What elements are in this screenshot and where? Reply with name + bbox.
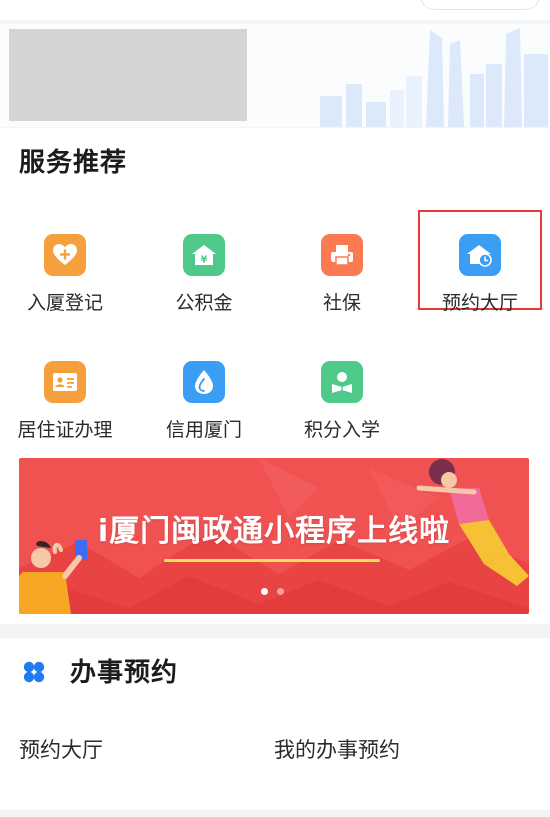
- student-reading-icon: [321, 361, 363, 403]
- service-recommendations: 服务推荐 入厦登记 ¥ 公积金 社保 预约大厅 居住证办理 信用厦门 积分入学 …: [0, 128, 550, 624]
- service-label: 积分入学: [303, 419, 380, 441]
- service-item-housing-fund[interactable]: ¥ 公积金: [144, 212, 264, 314]
- service-label: 公积金: [175, 292, 233, 314]
- home-clock-icon: [459, 234, 501, 276]
- printer-icon: [321, 234, 363, 276]
- link-appointment-hall[interactable]: 预约大厅: [19, 734, 103, 764]
- svg-text:¥: ¥: [201, 255, 208, 266]
- id-card-icon: [44, 361, 86, 403]
- service-label: 预约大厅: [441, 292, 518, 314]
- hero-image-placeholder: [9, 29, 247, 121]
- top-bar: [0, 0, 550, 20]
- promo-banner-title: i厦门闽政通小程序上线啦: [97, 514, 451, 549]
- service-label: 社保: [322, 292, 361, 314]
- bottom-divider: [0, 810, 550, 817]
- search-pill[interactable]: [420, 0, 540, 10]
- appointment-section: 办事预约 预约大厅 我的办事预约: [0, 638, 550, 810]
- droplet-icon: [183, 361, 225, 403]
- service-item-registration[interactable]: 入厦登记: [5, 212, 125, 314]
- hero-banner: [0, 24, 550, 127]
- section-title-services: 服务推荐: [19, 148, 128, 178]
- city-skyline-illustration: [320, 28, 548, 127]
- promo-banner[interactable]: i厦门闽政通小程序上线啦: [19, 458, 529, 614]
- link-my-appointments[interactable]: 我的办事预约: [274, 734, 400, 764]
- service-item-points-enrollment[interactable]: 积分入学: [282, 339, 402, 441]
- heart-plus-icon: [44, 234, 86, 276]
- house-yen-icon: ¥: [183, 234, 225, 276]
- carousel-dot[interactable]: [277, 588, 284, 595]
- service-label: 居住证办理: [17, 419, 113, 441]
- service-label: 信用厦门: [165, 419, 242, 441]
- four-petal-icon: [23, 661, 45, 683]
- service-item-social-security[interactable]: 社保: [282, 212, 402, 314]
- carousel-dot-active[interactable]: [261, 588, 268, 595]
- service-item-residence-permit[interactable]: 居住证办理: [5, 339, 125, 441]
- service-label: 入厦登记: [26, 292, 103, 314]
- section-title-appointment: 办事预约: [70, 658, 179, 688]
- service-item-appointment-hall[interactable]: 预约大厅: [418, 210, 542, 314]
- promo-banner-underline: [164, 559, 380, 562]
- service-item-credit-xiamen[interactable]: 信用厦门: [144, 339, 264, 441]
